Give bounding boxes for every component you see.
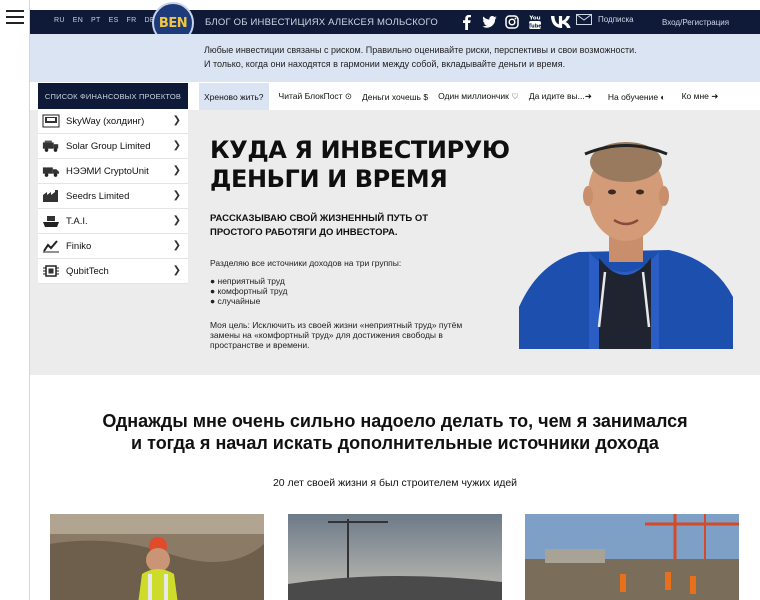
- menu-icon[interactable]: [6, 10, 24, 24]
- goal-line-3: пространстве и времени.: [210, 340, 310, 350]
- svg-text:Tube: Tube: [528, 24, 542, 30]
- story-heading-line-1: Однажды мне очень сильно надоело делать …: [102, 411, 688, 431]
- construction-photo-1: [50, 514, 264, 600]
- hero-subtitle-line-1: РАССКАЗЫВАЮ СВОЙ ЖИЗНЕННЫЙ ПУТЬ ОТ: [210, 213, 429, 224]
- goal-line-1: Моя цель: Исключить из своей жизни «непр…: [210, 320, 463, 330]
- hero-title-line-2: ДЕНЬГИ И ВРЕМЯ: [210, 165, 448, 193]
- author-portrait: [519, 132, 733, 349]
- lang-es[interactable]: ES: [109, 17, 119, 24]
- svg-text:You: You: [528, 16, 540, 22]
- goal-line-2: замены на «комфортный труд» для достижен…: [210, 330, 443, 340]
- tagline-line-1: Любые инвестиции связаны с риском. Прави…: [204, 45, 637, 55]
- sidebar-item-qubittech[interactable]: QubitTech ❯: [38, 259, 188, 284]
- chart-icon: [42, 238, 60, 254]
- language-switcher: RU EN PT ES FR DE: [54, 17, 155, 24]
- story-heading-line-2: и тогда я начал искать дополнительные ис…: [131, 433, 659, 453]
- sidebar-item-label: Solar Group Limited: [66, 140, 151, 152]
- social-links: Tube You: [458, 14, 572, 30]
- lang-pt[interactable]: PT: [91, 17, 101, 24]
- section-tabs: Хреново жить? Читай БлокПост ⊙ Деньги хо…: [199, 83, 760, 110]
- hero-title: КУДА Я ИНВЕСТИРУЮ ДЕНЬГИ И ВРЕМЯ: [210, 136, 510, 194]
- sidebar-item-neemi-cryptounit[interactable]: НЭЭМИ CryptoUnit ❯: [38, 159, 188, 184]
- envelope-icon: [576, 14, 592, 25]
- left-rail: [0, 0, 30, 600]
- chevron-right-icon: ❯: [172, 115, 181, 126]
- hero-subtitle-line-2: ПРОСТОГО РАБОТЯГИ ДО ИНВЕСТОРА.: [210, 227, 398, 238]
- subscribe-label: Подписка: [598, 15, 634, 24]
- instagram-icon[interactable]: [504, 14, 520, 30]
- story-heading: Однажды мне очень сильно надоело делать …: [30, 410, 760, 454]
- top-bar: RU EN PT ES FR DE BEN БЛОГ ОБ ИНВЕСТИЦИЯ…: [30, 2, 760, 44]
- construction-photo-3: [525, 514, 739, 600]
- ship-icon: [42, 213, 60, 229]
- chevron-right-icon: ❯: [172, 190, 181, 201]
- train-icon: [42, 113, 60, 129]
- income-intro: Разделяю все источники доходов на три гр…: [210, 258, 402, 268]
- income-groups-list: ● неприятный труд ● комфортный труд ● сл…: [210, 276, 287, 306]
- sidebar-item-label: QubitTech: [66, 265, 109, 277]
- construction-photo-2: [288, 514, 502, 600]
- chevron-right-icon: ❯: [172, 265, 181, 276]
- chip-icon: [42, 263, 60, 279]
- logo-text: BEN: [158, 15, 188, 31]
- tab-one-million[interactable]: Один миллиончик ♡: [433, 83, 524, 110]
- subscribe-link[interactable]: Подписка: [576, 14, 634, 25]
- goal-statement: Моя цель: Исключить из своей жизни «непр…: [210, 320, 500, 350]
- chevron-right-icon: ❯: [172, 140, 181, 151]
- tab-about-me[interactable]: Ко мне ➜: [677, 83, 724, 110]
- sidebar-item-label: НЭЭМИ CryptoUnit: [66, 165, 149, 177]
- lang-en[interactable]: EN: [73, 17, 83, 24]
- sidebar-item-seedrs[interactable]: Seedrs Limited ❯: [38, 184, 188, 209]
- list-item: ● комфортный труд: [210, 286, 288, 296]
- sidebar-item-label: SkyWay (холдинг): [66, 115, 145, 127]
- twitter-icon[interactable]: [481, 14, 497, 30]
- hero-title-line-1: КУДА Я ИНВЕСТИРУЮ: [210, 136, 510, 164]
- tagline-line-2: И только, когда они находятся в гармонии…: [204, 59, 566, 69]
- site-title[interactable]: БЛОГ ОБ ИНВЕСТИЦИЯХ АЛЕКСЕЯ МОЛЬСКОГО: [205, 17, 438, 28]
- sidebar-item-label: Seedrs Limited: [66, 190, 130, 202]
- chevron-right-icon: ❯: [172, 215, 181, 226]
- sidebar-item-label: Finiko: [66, 240, 92, 252]
- factory-icon: [42, 188, 60, 204]
- story-subheading: 20 лет своей жизни я был строителем чужи…: [272, 477, 518, 489]
- risk-tagline: Любые инвестиции связаны с риском. Прави…: [30, 34, 760, 82]
- chevron-right-icon: ❯: [172, 165, 181, 176]
- truck-icon: [42, 163, 60, 179]
- tab-go-away[interactable]: Да идите вы...➜: [524, 83, 597, 110]
- tab-bad-life[interactable]: Хреново жить?: [199, 83, 269, 110]
- tab-training[interactable]: На обучение ◐: [603, 83, 671, 110]
- projects-sidebar: СПИСОК ФИНАНСОВЫХ ПРОЕКТОВ SkyWay (холди…: [38, 83, 188, 284]
- hero-subtitle: РАССКАЗЫВАЮ СВОЙ ЖИЗНЕННЫЙ ПУТЬ ОТ ПРОСТ…: [210, 212, 428, 240]
- lang-ru[interactable]: RU: [54, 17, 65, 24]
- chevron-right-icon: ❯: [172, 240, 181, 251]
- sidebar-title: СПИСОК ФИНАНСОВЫХ ПРОЕКТОВ: [38, 83, 188, 109]
- sidebar-item-tai[interactable]: T.A.I. ❯: [38, 209, 188, 234]
- login-register-link[interactable]: Вход/Регистрация: [662, 18, 729, 27]
- youtube-icon[interactable]: Tube You: [527, 14, 543, 30]
- sidebar-item-label: T.A.I.: [66, 215, 88, 227]
- list-item: ● случайные: [210, 296, 261, 306]
- vk-icon[interactable]: [550, 14, 572, 30]
- page: RU EN PT ES FR DE BEN БЛОГ ОБ ИНВЕСТИЦИЯ…: [0, 0, 760, 600]
- solar-truck-icon: [42, 138, 60, 154]
- tab-want-money[interactable]: Деньги хочешь $: [357, 83, 433, 110]
- facebook-icon[interactable]: [458, 14, 474, 30]
- sidebar-item-skyway[interactable]: SkyWay (холдинг) ❯: [38, 109, 188, 134]
- list-item: ● неприятный труд: [210, 276, 285, 286]
- sidebar-item-finiko[interactable]: Finiko ❯: [38, 234, 188, 259]
- sidebar-item-solar-group[interactable]: Solar Group Limited ❯: [38, 134, 188, 159]
- lang-fr[interactable]: FR: [127, 17, 137, 24]
- hero-section: КУДА Я ИНВЕСТИРУЮ ДЕНЬГИ И ВРЕМЯ РАССКАЗ…: [199, 110, 760, 375]
- tab-read-blogpost[interactable]: Читай БлокПост ⊙: [274, 83, 358, 110]
